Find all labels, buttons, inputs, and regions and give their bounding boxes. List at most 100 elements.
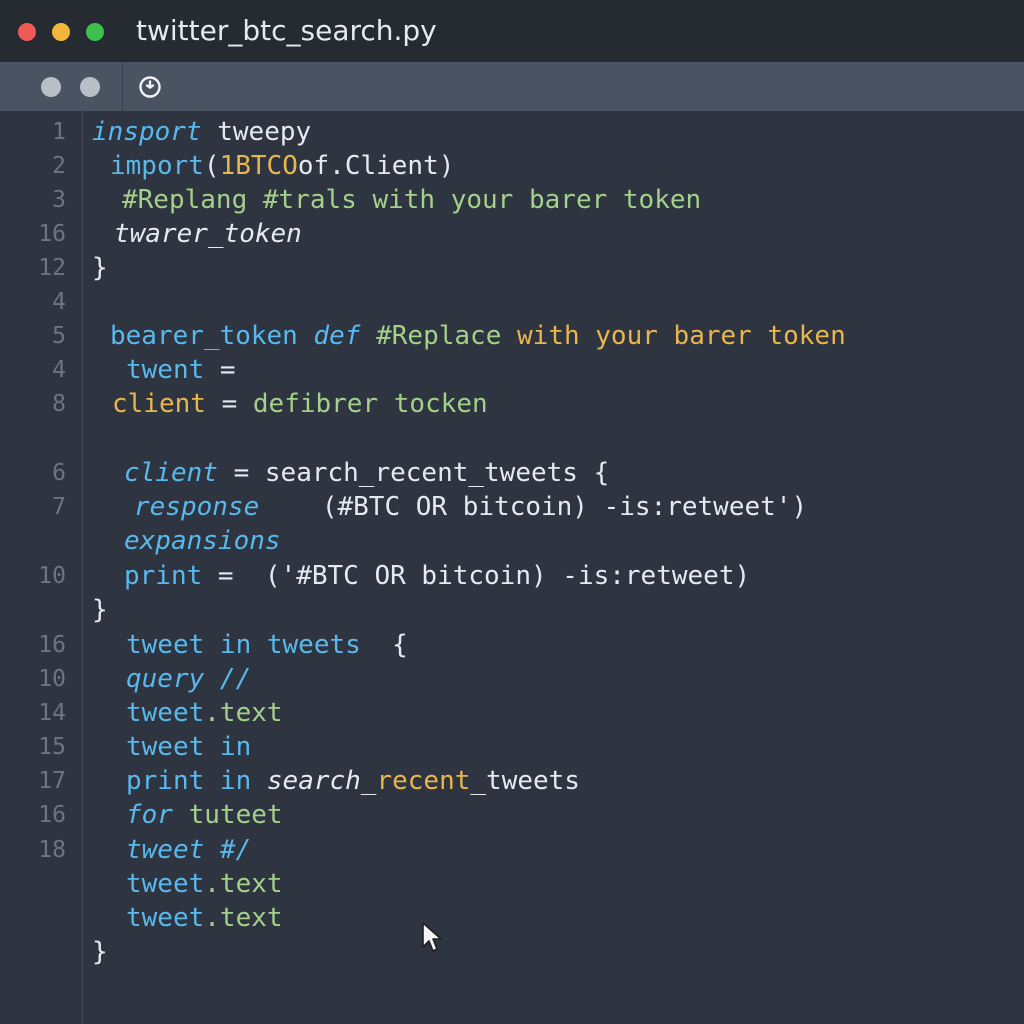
line-number: 16 [38,221,66,247]
code-line[interactable]: 16 tweet in tweets { [0,628,1024,662]
code-token: { [376,630,408,660]
line-number: 15 [38,734,66,760]
code-line[interactable]: 14 tweet.text [0,696,1024,730]
code-token: tweet [126,903,205,933]
code-line[interactable]: 8 client = defibrer tocken [0,387,1024,421]
code-line[interactable]: 16 for tuteet [0,798,1024,832]
code-token: bearer_token [110,321,314,351]
code-line[interactable]: 5 bearer_token def #Replace with your bar… [0,319,1024,353]
code-line[interactable]: tweet.text [0,867,1024,901]
code-line[interactable]: 12} [0,251,1024,285]
line-number: 4 [52,289,66,315]
code-text: tweet in tweets { [126,628,408,662]
code-token: tweet #/ [126,835,252,865]
code-token: } [92,937,108,967]
line-number: 16 [38,632,66,658]
code-text: bearer_token def #Replace with your bare… [110,319,846,353]
code-text: tweet.text [126,696,283,730]
code-line[interactable]: 10 query // [0,662,1024,696]
code-token: (#BTC OR bitcoin) -is:retweet') [259,492,808,522]
line-number: 16 [38,802,66,828]
code-token: #Replang #trals with your barer token [122,185,702,215]
code-line[interactable]: 7 response (#BTC OR bitcoin) -is:retweet'… [0,490,1024,524]
line-number: 10 [38,563,66,589]
code-token: of.Client) [297,151,455,181]
code-token: 1BTCO [219,151,298,181]
code-line[interactable]: 18 tweet #/ [0,833,1024,867]
code-token: tweet [126,869,205,899]
code-text: } [92,935,108,969]
code-text: query // [126,662,251,696]
code-token: .text [204,698,283,728]
clock-history-icon[interactable] [138,75,162,99]
code-token: twent [126,355,220,385]
code-token: .text [204,869,283,899]
line-number: 7 [52,494,66,520]
mouse-pointer-icon [422,922,442,952]
code-line[interactable]: expansions [0,524,1024,558]
code-line[interactable]: 15 tweet in [0,730,1024,764]
code-text: #Replang #trals with your barer token [122,183,701,217]
code-text: tweet.text [126,867,283,901]
code-line[interactable]: 17 print in search_recent_tweets [0,764,1024,798]
code-text: tweet #/ [126,833,251,867]
line-number: 5 [52,323,66,349]
line-number: 6 [52,460,66,486]
code-line[interactable]: 16 twarer_token [0,217,1024,251]
window-title: twitter_btc_search.py [136,14,437,47]
code-token: ( [203,151,220,181]
code-text: twarer_token [114,217,302,251]
code-token: import [110,151,204,181]
toolbar [0,62,1024,112]
code-text: expansions [124,524,281,558]
code-line[interactable]: tweet.text [0,901,1024,935]
code-token: print [124,561,218,591]
code-line[interactable] [0,421,1024,455]
code-token: tweepy [217,117,312,147]
code-token: client [124,458,234,488]
line-number: 8 [52,391,66,417]
title-bar: twitter_btc_search.py [0,0,1024,62]
code-token: print in [126,766,267,796]
code-text: client = search_recent_tweets { [124,456,609,490]
toolbar-divider [122,62,123,111]
maximize-window-icon[interactable] [86,23,104,41]
circle-dot-icon[interactable] [41,77,61,97]
close-window-icon[interactable] [18,23,36,41]
code-token: for [126,800,189,830]
code-token: = [221,389,253,419]
code-text: print = ('#BTC OR bitcoin) -is:retweet) [124,559,750,593]
code-text: tweet in [126,730,251,764]
code-line[interactable]: 4 twent = [0,353,1024,387]
code-token: _tweets [470,766,580,796]
code-token: client [112,389,222,419]
code-text: print in search_recent_tweets [126,764,580,798]
code-line[interactable]: } [0,593,1024,627]
code-token: } [92,253,108,283]
code-text: twent = [126,353,236,387]
code-text: response (#BTC OR bitcoin) -is:retweet') [134,490,807,524]
line-number: 14 [38,700,66,726]
code-token: tweet in [126,732,252,762]
line-number: 10 [38,666,66,692]
code-line[interactable]: 3 #Replang #trals with your barer token [0,183,1024,217]
code-line[interactable]: 1 insport tweepy [0,115,1024,149]
line-number: 18 [38,837,66,863]
code-line[interactable]: 2 import(1BTCOof.Client) [0,149,1024,183]
code-line[interactable]: 6 client = search_recent_tweets { [0,456,1024,490]
code-text: insport tweepy [92,115,311,149]
code-token: response [134,492,260,522]
line-number: 4 [52,357,66,383]
code-text: client = defibrer tocken [112,387,488,421]
code-line[interactable]: } [0,935,1024,969]
code-token: recent [376,766,471,796]
editor-window: twitter_btc_search.py 1 insport tweepy 2 im… [0,0,1024,1024]
code-editor[interactable]: 1 insport tweepy 2 import(1BTCOof.Client) 3 #… [0,111,1024,1024]
code-line[interactable]: 10 print = ('#BTC OR bitcoin) -is:retweet… [0,559,1024,593]
code-text: for tuteet [126,798,283,832]
code-token: search_ [266,766,377,796]
code-token: twarer_token [114,219,302,249]
minimize-window-icon[interactable] [52,23,70,41]
code-line[interactable]: 4 [0,285,1024,319]
circle-dot-icon[interactable] [80,77,100,97]
